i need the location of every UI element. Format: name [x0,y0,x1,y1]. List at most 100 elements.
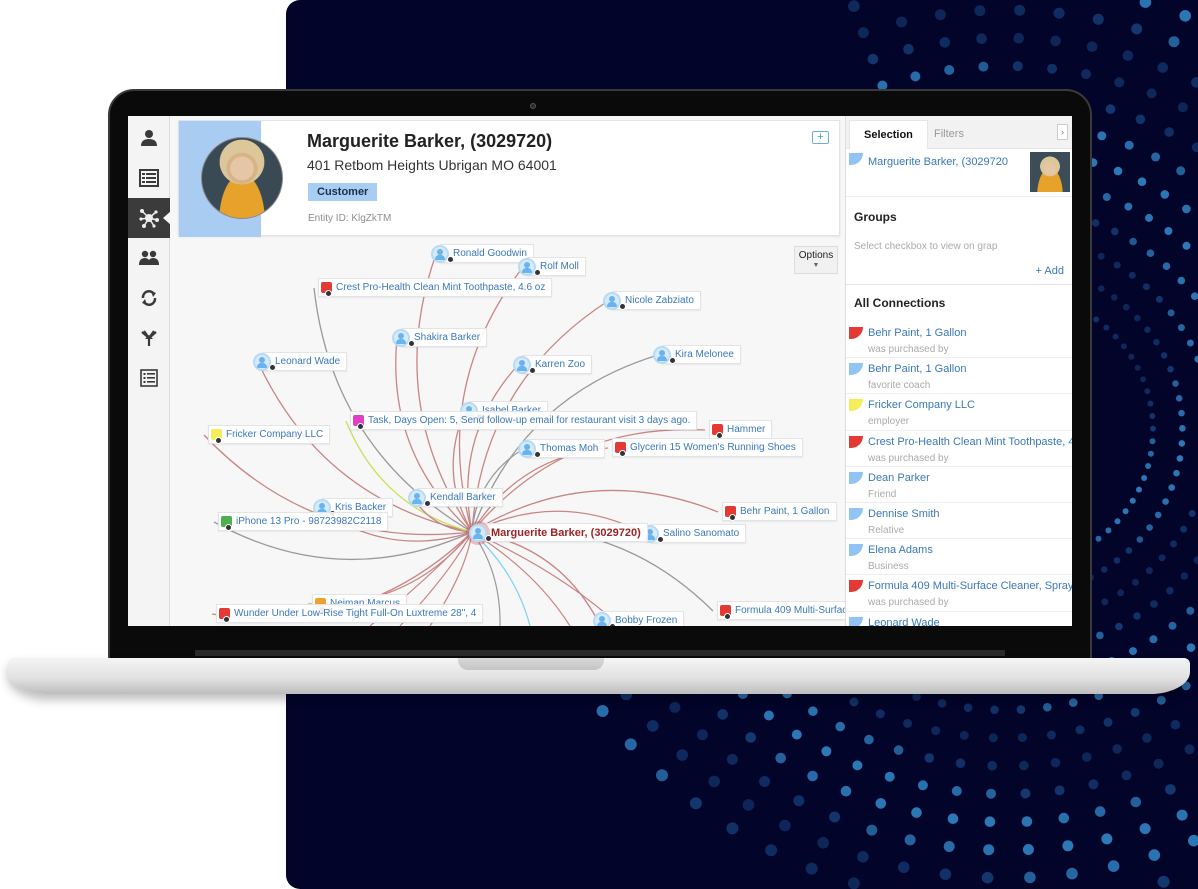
graph-node[interactable]: Wunder Under Low-Rise Tight Full-On Luxt… [216,604,484,623]
decor-dot [1182,241,1191,250]
collapse-icon[interactable] [729,514,736,521]
connection-name[interactable]: Formula 409 Multi-Surface Cleaner, Spray… [868,580,1072,592]
collapse-icon[interactable] [669,357,676,364]
connections-list: Behr Paint, 1 Gallon was purchased by Behr… [846,322,1072,626]
graph-node[interactable]: Fricker Company LLC [208,425,331,444]
connection-item[interactable]: Behr Paint, 1 Gallon favorite coach [846,358,1072,395]
collapse-icon[interactable] [534,269,541,276]
collapse-icon[interactable] [619,450,626,457]
node-label: Nicole Zabziato [625,295,694,306]
graph-node[interactable]: Rolf Moll [518,257,586,276]
connection-item[interactable]: Dean Parker Friend [846,467,1072,503]
decor-dot [817,837,829,849]
selection-thumbnail [1030,152,1070,192]
connection-item[interactable]: Crest Pro-Health Clean Mint Toothpaste, … [846,431,1072,467]
connection-name[interactable]: Crest Pro-Health Clean Mint Toothpaste, … [868,436,1072,448]
collapse-icon[interactable] [485,535,492,542]
nav-item-profile[interactable] [128,118,170,158]
collapse-icon[interactable] [408,340,415,347]
graph-node[interactable]: Hammer [709,420,773,439]
graph-node[interactable]: Shakira Barker [392,328,488,347]
nav-item-network-graph[interactable] [128,198,171,238]
collapse-icon[interactable] [619,303,626,310]
graph-node[interactable]: Salino Sanomato [641,524,747,543]
connection-item[interactable]: Fricker Company LLC employer [846,394,1072,431]
nav-item-checklist[interactable] [128,358,170,398]
graph-node-center[interactable]: Marguerite Barker, (3029720) [469,523,648,542]
graph-node[interactable]: iPhone 13 Pro - 98723982C2118 [218,512,389,531]
collapse-icon[interactable] [534,451,541,458]
connection-item[interactable]: Dennise Smith Relative [846,503,1072,540]
collapse-icon[interactable] [269,364,276,371]
node-label: Glycerin 15 Women's Running Shoes [630,442,796,453]
collapse-icon[interactable] [724,613,731,620]
node-label: Hammer [727,424,766,435]
collapse-icon[interactable] [529,367,536,374]
type-marker-icon [849,435,863,448]
connection-name[interactable]: Leonard Wade [868,617,940,627]
graph-node[interactable]: Task, Days Open: 5, Send follow-up email… [350,411,698,430]
tab-selection[interactable]: Selection [849,120,928,149]
collapse-icon[interactable] [424,500,431,507]
connection-item[interactable]: Leonard Wade [846,612,1072,627]
nav-item-merge[interactable] [128,318,170,358]
connection-name[interactable]: Dennise Smith [868,508,940,520]
connection-name[interactable]: Behr Paint, 1 Gallon [868,327,966,339]
decor-dot [1150,600,1158,608]
collapse-icon[interactable] [325,290,332,297]
graph-node[interactable]: Behr Paint, 1 Gallon [722,502,837,521]
graph-node[interactable]: Kendall Barker [408,488,503,507]
node-label: Kendall Barker [430,492,496,503]
decor-dot [1167,309,1175,317]
nav-item-relationships[interactable] [128,238,170,278]
collapse-icon[interactable] [215,437,222,444]
decor-dot [1160,352,1168,359]
decor-dot [1017,733,1027,743]
chevron-right-icon[interactable]: › [1057,124,1068,140]
connection-item[interactable]: Formula 409 Multi-Surface Cleaner, Spray… [846,575,1072,612]
collapse-icon[interactable] [657,536,664,543]
decor-dot [1062,840,1074,852]
graph-node[interactable]: Karren Zoo [513,355,593,374]
connection-item[interactable]: Behr Paint, 1 Gallon was purchased by [846,322,1072,359]
decor-dot [1177,324,1185,332]
connection-name[interactable]: Behr Paint, 1 Gallon [868,363,966,375]
add-group-button[interactable]: + Add [1036,265,1064,277]
tab-filters[interactable]: Filters [920,120,978,149]
connection-name[interactable]: Fricker Company LLC [868,399,975,411]
graph-node[interactable]: Nicole Zabziato [603,291,701,310]
nav-item-sync[interactable] [128,278,170,318]
collapse-icon[interactable] [357,423,364,430]
add-comment-icon[interactable]: + [812,131,829,144]
decor-dot [1186,643,1196,652]
selection-item[interactable]: Marguerite Barker, (3029720 [846,149,1072,197]
graph-node[interactable]: Kira Melonee [653,345,741,364]
app-screen: Marguerite Barker, (3029720) 401 Retbom … [128,116,1072,626]
decor-dot [726,822,739,835]
collapse-icon[interactable] [225,524,232,531]
selection-name[interactable]: Marguerite Barker, (3029720 [868,156,1008,168]
decor-dot [1137,177,1147,186]
graph-node[interactable]: Crest Pro-Health Clean Mint Toothpaste, … [318,278,553,297]
network-graph[interactable]: Ronald Goodwin Rolf Moll Crest Pro-Health … [170,238,885,626]
decor-dot [1046,730,1056,740]
decor-dot [1145,567,1153,575]
graph-node[interactable]: Glycerin 15 Women's Running Shoes [612,438,803,457]
connection-name[interactable]: Elena Adams [868,544,933,556]
graph-node[interactable]: Thomas Moh [518,439,606,458]
connection-item[interactable]: Elena Adams Business [846,539,1072,576]
decor-dot [1107,860,1120,872]
graph-node[interactable]: Leonard Wade [253,352,348,371]
options-button[interactable]: Options ▼ [794,246,838,274]
decor-dot [1144,326,1151,334]
type-marker-icon [849,544,863,557]
collapse-icon[interactable] [447,256,454,263]
graph-node[interactable]: Bobby Frozen [593,611,685,626]
decor-dot [1124,140,1134,150]
collapse-icon[interactable] [609,623,616,626]
decor-dot [1177,276,1186,285]
decor-dot [867,53,879,65]
collapse-icon[interactable] [223,616,230,623]
nav-item-table[interactable] [128,158,170,198]
connection-name[interactable]: Dean Parker [868,472,930,484]
